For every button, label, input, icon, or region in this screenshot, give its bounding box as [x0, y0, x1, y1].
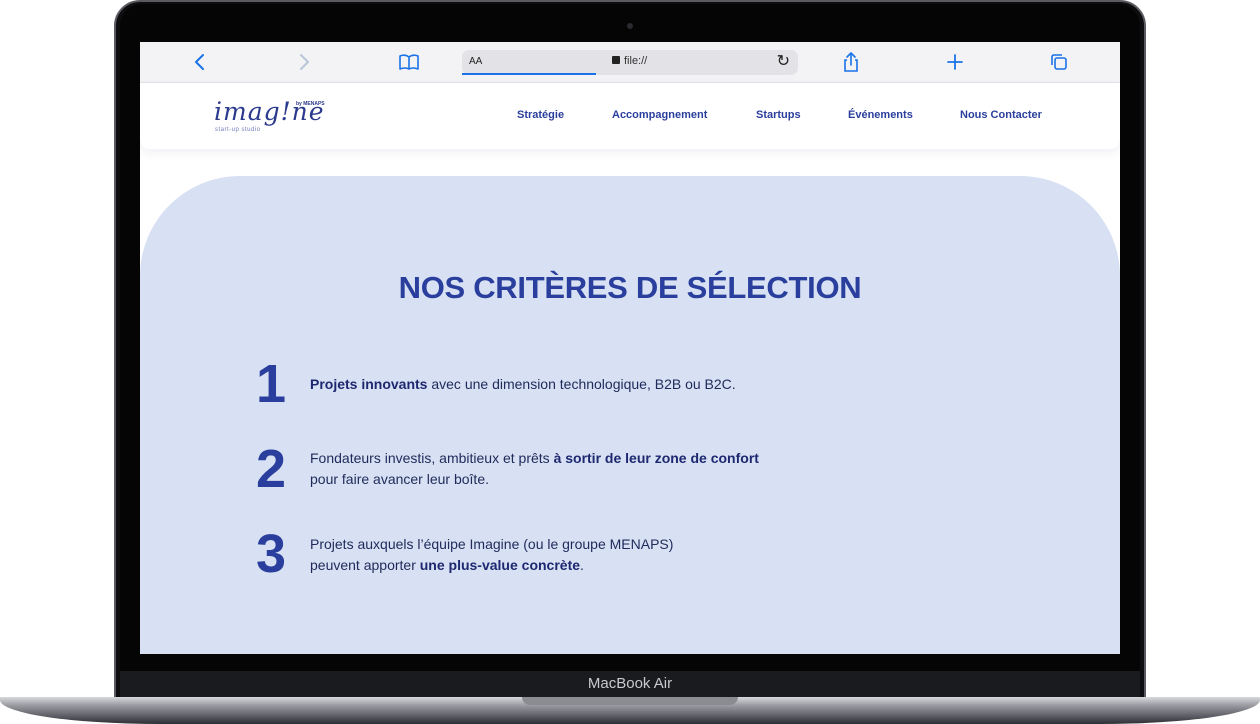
- logo-tagline: start-up studio: [215, 127, 261, 133]
- criterion-3-text: Projets auxquels l’équipe Imagine (ou le…: [310, 534, 673, 576]
- criterion-3-line2-start: peuvent apporter: [310, 557, 420, 573]
- site-logo[interactable]: imag!ne by MENAPS start-up studio: [214, 97, 344, 137]
- criterion-2-bold: à sortir de leur zone de confort: [553, 450, 759, 466]
- section-title: NOS CRITÈRES DE SÉLECTION: [398, 270, 862, 305]
- nav-evenements[interactable]: Événements: [848, 109, 913, 121]
- criterion-2-start: Fondateurs investis, ambitieux et prêts: [310, 450, 554, 466]
- laptop-frame: MacBook Air AA file:// ↻ imag!ne by MENA…: [0, 0, 1260, 724]
- laptop-notch: [522, 697, 738, 705]
- nav-accompagnement[interactable]: Accompagnement: [612, 109, 707, 121]
- criterion-1-bold: Projets innovants: [310, 376, 428, 392]
- criteria-panel: [140, 176, 1120, 654]
- text-size-button[interactable]: AA: [469, 56, 482, 67]
- nav-startups[interactable]: Startups: [756, 109, 801, 121]
- browser-toolbar: AA file:// ↻: [140, 42, 1120, 83]
- tabs-icon[interactable]: [1045, 50, 1073, 74]
- nav-contact[interactable]: Nous Contacter: [960, 109, 1042, 121]
- model-label: MacBook Air: [587, 675, 673, 692]
- site-header: imag!ne by MENAPS start-up studio Straté…: [140, 83, 1120, 149]
- address-bar[interactable]: AA file:// ↻: [462, 50, 798, 75]
- share-icon[interactable]: [837, 50, 865, 74]
- lock-icon: [612, 56, 620, 64]
- book-icon[interactable]: [395, 50, 423, 74]
- logo-by: by MENAPS: [296, 101, 325, 107]
- screen: AA file:// ↻ imag!ne by MENAPS start-up …: [140, 42, 1120, 654]
- reload-icon[interactable]: ↻: [777, 51, 790, 70]
- nav-strategie[interactable]: Stratégie: [517, 109, 564, 121]
- criterion-3-line2-end: .: [580, 557, 584, 573]
- criterion-3-bold: une plus-value concrète: [419, 557, 581, 573]
- criterion-1-rest: avec une dimension technologique, B2B ou…: [427, 376, 736, 392]
- criterion-3-line1: Projets auxquels l’équipe Imagine (ou le…: [310, 536, 674, 552]
- criterion-2-text: Fondateurs investis, ambitieux et prêts …: [310, 448, 759, 490]
- chevron-right-icon[interactable]: [290, 50, 318, 74]
- criterion-1-number: 1: [256, 354, 287, 414]
- criterion-1-text: Projets innovants avec une dimension tec…: [310, 374, 736, 395]
- criterion-2-line2: pour faire avancer leur boîte.: [310, 471, 489, 487]
- camera-dot: [627, 23, 633, 29]
- chevron-left-icon[interactable]: [186, 50, 214, 74]
- criterion-2-number: 2: [256, 439, 287, 499]
- criterion-3-number: 3: [256, 524, 287, 584]
- url-value: file://: [624, 55, 648, 67]
- plus-icon[interactable]: [941, 50, 969, 74]
- loading-progress: [462, 73, 596, 75]
- url-text: file://: [612, 55, 647, 67]
